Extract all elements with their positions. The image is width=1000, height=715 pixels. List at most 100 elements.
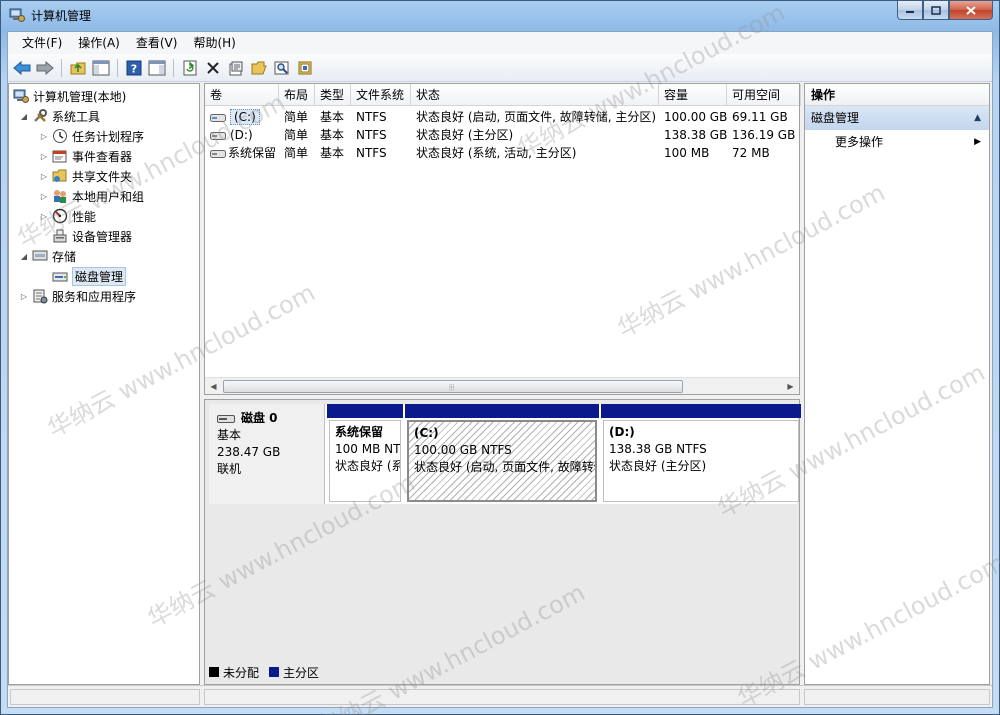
status-bar <box>8 685 992 707</box>
partition-d-drive[interactable]: (D:) 138.38 GB NTFS 状态良好 (主分区) <box>601 404 801 504</box>
partition-body: 系统保留 100 MB NTFS 状态良好 (系统 <box>329 420 401 502</box>
tree-node-shared-folders[interactable]: ▷ 共享文件夹 <box>39 166 132 186</box>
storage-icon <box>32 250 48 261</box>
legend-unallocated: 未分配 <box>223 665 260 680</box>
users-icon <box>54 190 66 203</box>
action-pane-icon <box>148 60 166 75</box>
expand-arrow-icon[interactable]: ▷ <box>39 192 49 201</box>
capacity-cell: 100.00 GB <box>664 110 727 124</box>
status-cell-right <box>804 689 990 705</box>
tree-node-performance[interactable]: ▷ 性能 <box>39 206 96 226</box>
menu-view[interactable]: 查看(V) <box>128 32 186 54</box>
capacity-cell: 138.38 GB <box>664 128 727 142</box>
submenu-arrow-icon: ▶ <box>974 137 981 147</box>
tree-label: 本地用户和组 <box>72 189 145 204</box>
column-header-status[interactable]: 状态 <box>411 84 659 106</box>
scroll-right-arrow-icon[interactable]: ▶ <box>782 378 799 395</box>
type-cell: 基本 <box>320 110 345 124</box>
help-button[interactable]: ? <box>124 58 144 78</box>
table-row[interactable]: 系统保留 简单 基本 NTFS 状态良好 (系统, 活动, 主分区) 100 M… <box>205 144 799 162</box>
open-folder-icon <box>251 61 267 74</box>
back-arrow-icon <box>13 60 31 75</box>
table-row[interactable]: (D:) 简单 基本 NTFS 状态良好 (主分区) 138.38 GB 136… <box>205 126 799 144</box>
menu-action[interactable]: 操作(A) <box>70 32 128 54</box>
back-button[interactable] <box>12 58 32 78</box>
open-button[interactable] <box>249 58 269 78</box>
expand-arrow-icon[interactable]: ▷ <box>39 132 49 141</box>
status-cell: 状态良好 (启动, 页面文件, 故障转储, 主分区) <box>416 110 657 124</box>
help-icon: ? <box>126 60 142 75</box>
primary-partition-swatch <box>269 667 280 677</box>
column-header-filesystem[interactable]: 文件系统 <box>351 84 411 106</box>
actions-section-disk-management[interactable]: 磁盘管理 ▲ <box>805 106 989 130</box>
title-bar[interactable]: 计算机管理 <box>1 1 999 31</box>
minimize-button[interactable] <box>897 1 923 20</box>
properties-button[interactable] <box>226 58 246 78</box>
show-hide-tree-button[interactable] <box>91 58 111 78</box>
toolbar-separator <box>61 58 62 77</box>
expand-arrow-icon[interactable]: ▷ <box>19 292 29 301</box>
actions-pane: 操作 磁盘管理 ▲ 更多操作 ▶ <box>804 83 990 685</box>
tree-node-system-tools[interactable]: ◢ 系统工具 <box>19 106 100 126</box>
tree-node-storage[interactable]: ◢ 存储 <box>19 246 76 266</box>
hard-disk-icon <box>217 414 235 423</box>
partition-name: (C:) <box>414 426 439 440</box>
layout-cell: 简单 <box>284 110 309 124</box>
properties-icon <box>229 61 243 75</box>
volume-cell: 系统保留 <box>205 144 279 162</box>
partition-system-reserved[interactable]: 系统保留 100 MB NTFS 状态良好 (系统 <box>327 404 403 504</box>
tree-node-event-viewer[interactable]: ▷ 事件查看器 <box>39 146 132 166</box>
partition-bar <box>405 404 599 418</box>
scrollbar-thumb[interactable]: ⦙⦙⦙ <box>223 380 683 393</box>
column-header-volume[interactable]: 卷 <box>205 84 279 106</box>
column-header-type[interactable]: 类型 <box>315 84 351 106</box>
capacity-cell: 100 MB <box>664 146 710 160</box>
tree-node-disk-management[interactable]: 磁盘管理 <box>52 266 127 286</box>
table-row[interactable]: (C:) 简单 基本 NTFS 状态良好 (启动, 页面文件, 故障转储, 主分… <box>205 108 799 126</box>
horizontal-scrollbar[interactable]: ◀ ⦙⦙⦙ ▶ <box>205 377 799 394</box>
tree-node-root[interactable]: 计算机管理(本地) <box>13 86 126 106</box>
partition-name: 系统保留 <box>335 425 384 439</box>
type-cell: 基本 <box>320 146 345 160</box>
more-actions-item[interactable]: 更多操作 ▶ <box>805 130 989 154</box>
drive-icon <box>210 149 226 158</box>
section-label: 磁盘管理 <box>811 111 860 125</box>
collapse-arrow-icon[interactable]: ◢ <box>19 112 29 121</box>
tree-node-device-manager[interactable]: 设备管理器 <box>52 226 132 246</box>
tree-node-local-users[interactable]: ▷ 本地用户和组 <box>39 186 144 206</box>
disk-info[interactable]: 磁盘 0 基本 238.47 GB 联机 <box>209 404 325 504</box>
close-button[interactable] <box>949 1 993 20</box>
toolbar-separator <box>117 58 118 77</box>
volume-list: 卷 布局 类型 文件系统 状态 容量 可用空间 (C:) 简单 基本 NTFS … <box>204 83 801 395</box>
expand-arrow-icon[interactable]: ▷ <box>39 172 49 181</box>
tree-node-task-scheduler[interactable]: ▷ 任务计划程序 <box>39 126 144 146</box>
expand-arrow-icon[interactable]: ▷ <box>39 212 49 221</box>
volume-cell: (D:) <box>205 126 279 144</box>
menu-help[interactable]: 帮助(H) <box>185 32 243 54</box>
console-tree-icon <box>92 60 110 75</box>
export-list-button[interactable] <box>295 58 315 78</box>
maximize-button[interactable] <box>923 1 949 20</box>
scroll-left-arrow-icon[interactable]: ◀ <box>205 378 222 395</box>
menu-file[interactable]: 文件(F) <box>14 32 70 54</box>
column-header-capacity[interactable]: 容量 <box>659 84 727 106</box>
disk-row[interactable]: 磁盘 0 基本 238.47 GB 联机 系统保留 100 MB NTFS 状态… <box>209 404 801 504</box>
status-cell-center <box>204 689 800 705</box>
up-level-button[interactable] <box>68 58 88 78</box>
show-hide-action-pane-button[interactable] <box>147 58 167 78</box>
refresh-button[interactable] <box>180 58 200 78</box>
partition-c-drive[interactable]: (C:) 100.00 GB NTFS 状态良好 (启动, 页面文件, 故障转储 <box>405 404 599 504</box>
delete-button[interactable] <box>203 58 223 78</box>
search-button[interactable] <box>272 58 292 78</box>
disk-type: 基本 <box>217 428 242 442</box>
filesystem-cell: NTFS <box>356 128 387 142</box>
column-header-free-space[interactable]: 可用空间 <box>727 84 801 106</box>
expand-arrow-icon[interactable]: ▷ <box>39 152 49 161</box>
collapse-arrow-icon[interactable]: ◢ <box>19 252 29 261</box>
forward-button[interactable] <box>35 58 55 78</box>
services-icon <box>33 289 48 304</box>
tree-node-services-apps[interactable]: ▷ 服务和应用程序 <box>19 286 136 306</box>
partition-size: 138.38 GB NTFS <box>609 442 707 456</box>
collapse-up-icon[interactable]: ▲ <box>974 106 981 130</box>
column-header-layout[interactable]: 布局 <box>279 84 315 106</box>
